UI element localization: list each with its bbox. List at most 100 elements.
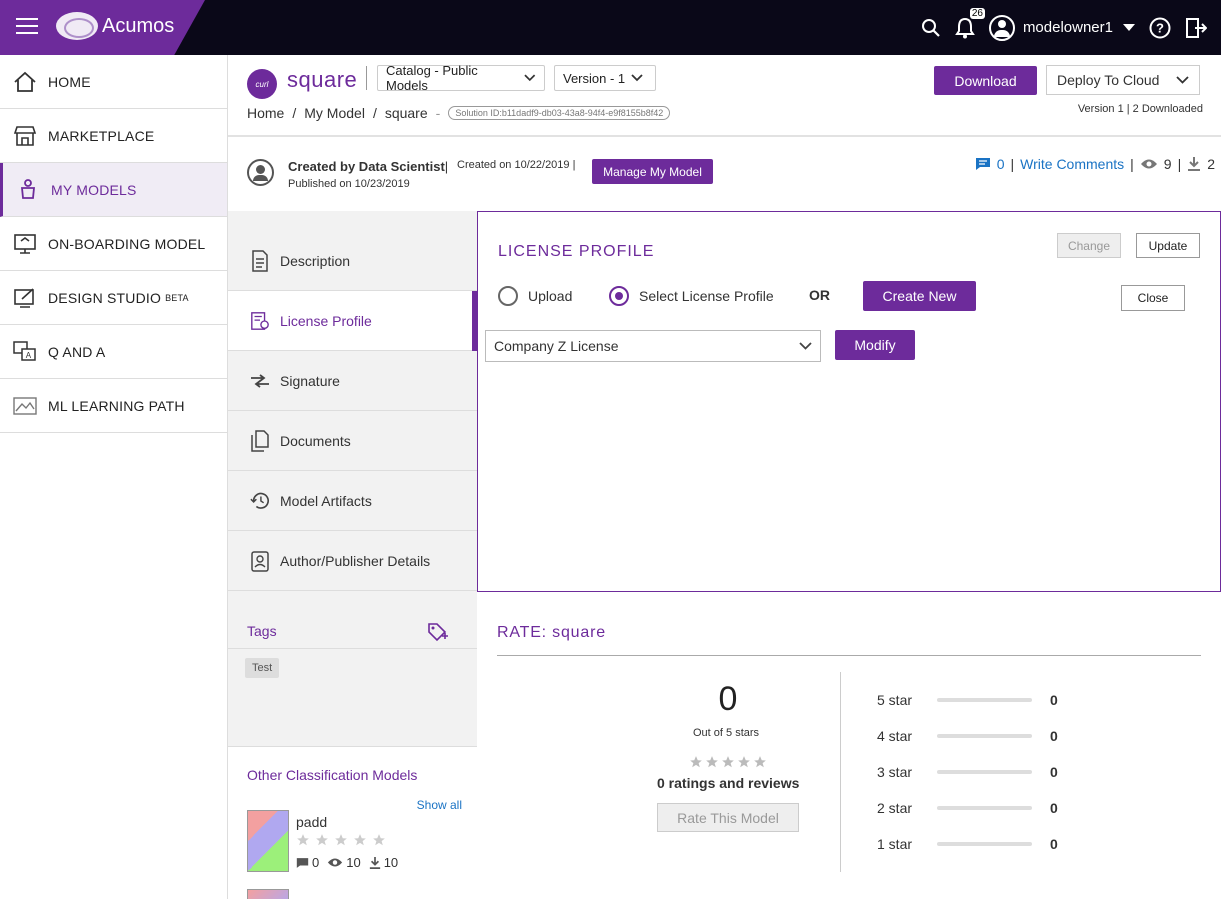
rating-row-count: 0 bbox=[1050, 836, 1058, 852]
version-dropdown[interactable]: Version - 1 bbox=[554, 65, 656, 91]
tab-model-artifacts[interactable]: Model Artifacts bbox=[228, 471, 477, 531]
top-bar: Acumos 26 modelowner1 ? bbox=[0, 0, 1221, 55]
model-header: curl square Catalog - Public Models Vers… bbox=[228, 55, 1221, 137]
sidebar-item-onboarding[interactable]: ON-BOARDING MODEL bbox=[0, 217, 227, 271]
tab-signature[interactable]: Signature bbox=[228, 351, 477, 411]
sidebar-item-home[interactable]: HOME bbox=[0, 55, 227, 109]
star-icon bbox=[754, 756, 766, 768]
tab-label: Model Artifacts bbox=[280, 492, 372, 509]
tags-header: Tags bbox=[228, 616, 477, 649]
license-profile-select[interactable]: Company Z License bbox=[485, 330, 821, 362]
close-button[interactable]: Close bbox=[1121, 285, 1185, 311]
notifications-bell-icon[interactable]: 26 bbox=[955, 7, 985, 39]
history-icon bbox=[250, 490, 270, 512]
other-model-stats: 0 10 10 bbox=[296, 855, 398, 870]
brand-logo[interactable]: Acumos bbox=[56, 12, 174, 40]
tab-label: Documents bbox=[280, 432, 351, 449]
views-eye-icon bbox=[328, 858, 343, 867]
tab-label: Signature bbox=[280, 372, 340, 389]
license-icon bbox=[250, 310, 270, 332]
rating-row-label: 3 star bbox=[877, 764, 913, 780]
tab-label: Author/Publisher Details bbox=[280, 552, 431, 569]
deploy-to-cloud-dropdown[interactable]: Deploy To Cloud bbox=[1046, 65, 1200, 95]
user-menu-caret-icon[interactable] bbox=[1123, 23, 1135, 32]
rating-row-2: 2 star 0 bbox=[877, 800, 1058, 816]
other-model-name[interactable]: padd bbox=[296, 814, 327, 830]
comment-icon bbox=[296, 857, 309, 868]
breadcrumb: Home / My Model / square - Solution ID:b… bbox=[247, 105, 671, 121]
version-download-meta: Version 1 | 2 Downloaded bbox=[1077, 103, 1203, 115]
rating-bar bbox=[937, 698, 1032, 702]
show-all-link[interactable]: Show all bbox=[417, 798, 462, 812]
rating-row-count: 0 bbox=[1050, 800, 1058, 816]
catalog-dropdown[interactable]: Catalog - Public Models bbox=[377, 63, 545, 93]
model-thumbnail[interactable] bbox=[247, 810, 289, 872]
upload-radio[interactable] bbox=[498, 286, 518, 306]
create-new-button[interactable]: Create New bbox=[863, 281, 976, 311]
select-license-profile-label: Select License Profile bbox=[639, 288, 774, 304]
learning-path-icon bbox=[12, 394, 38, 418]
sidebar-item-design-studio[interactable]: DESIGN STUDIO BETA bbox=[0, 271, 227, 325]
tab-description[interactable]: Description bbox=[228, 211, 477, 291]
change-button[interactable]: Change bbox=[1057, 233, 1121, 258]
rating-row-label: 1 star bbox=[877, 836, 913, 852]
other-model-rating bbox=[296, 833, 386, 847]
other-model-downloads: 10 bbox=[383, 855, 399, 870]
created-by: Created by Data Scientist| bbox=[288, 159, 449, 174]
license-select-value: Company Z License bbox=[494, 338, 619, 354]
onboarding-icon bbox=[12, 232, 38, 256]
username[interactable]: modelowner1 bbox=[1023, 19, 1113, 36]
average-stars bbox=[689, 755, 767, 769]
add-tag-icon[interactable] bbox=[427, 622, 449, 642]
update-button[interactable]: Update bbox=[1136, 233, 1200, 258]
select-license-profile-radio[interactable] bbox=[609, 286, 629, 306]
user-avatar-icon[interactable] bbox=[988, 14, 1015, 41]
out-of-label: Out of 5 stars bbox=[693, 727, 760, 739]
model-info-bar: Created by Data Scientist| Created on 10… bbox=[228, 138, 1221, 211]
tags-title: Tags bbox=[247, 623, 277, 639]
other-models-title: Other Classification Models bbox=[247, 767, 418, 783]
brain-logo-icon bbox=[56, 12, 98, 40]
sidebar-item-label: DESIGN STUDIO bbox=[48, 289, 162, 306]
help-icon[interactable]: ? bbox=[1149, 17, 1171, 39]
rating-row-count: 0 bbox=[1050, 728, 1058, 744]
breadcrumb-my-model[interactable]: My Model bbox=[304, 105, 365, 121]
modify-button[interactable]: Modify bbox=[835, 330, 915, 360]
rate-this-model-button[interactable]: Rate This Model bbox=[657, 803, 799, 832]
breadcrumb-home[interactable]: Home bbox=[247, 105, 284, 121]
comments-count[interactable]: 0 bbox=[997, 156, 1005, 172]
star-icon bbox=[706, 756, 718, 768]
sidebar-item-ml-learning-path[interactable]: ML LEARNING PATH bbox=[0, 379, 227, 433]
model-title: square bbox=[287, 67, 358, 92]
beta-badge: BETA bbox=[165, 292, 189, 303]
notification-count-badge: 26 bbox=[969, 7, 985, 19]
tab-license-profile[interactable]: License Profile bbox=[228, 291, 478, 351]
rating-row-count: 0 bbox=[1050, 764, 1058, 780]
breadcrumb-current: square bbox=[384, 105, 428, 121]
tab-documents[interactable]: Documents bbox=[228, 411, 477, 471]
sidebar-item-my-models[interactable]: MY MODELS bbox=[0, 163, 227, 217]
version-dropdown-value: Version - 1 bbox=[563, 70, 626, 86]
chevron-down-icon bbox=[524, 74, 536, 82]
store-icon bbox=[12, 124, 38, 148]
sidebar-item-qa[interactable]: A Q AND A bbox=[0, 325, 227, 379]
hamburger-menu-icon[interactable] bbox=[16, 18, 38, 38]
signature-icon bbox=[250, 370, 270, 392]
other-model-comments: 0 bbox=[312, 855, 320, 870]
write-comments-link[interactable]: Write Comments bbox=[1020, 156, 1124, 172]
search-icon[interactable] bbox=[921, 18, 941, 38]
model-thumbnail[interactable] bbox=[247, 889, 289, 899]
sidebar-item-marketplace[interactable]: MARKETPLACE bbox=[0, 109, 227, 163]
tag-chip[interactable]: Test bbox=[245, 658, 280, 678]
model-detail-tabs: Description License Profile Signature Do… bbox=[228, 211, 478, 899]
tab-author-publisher[interactable]: Author/Publisher Details bbox=[228, 531, 477, 591]
rating-bar bbox=[937, 770, 1032, 774]
manage-my-model-button[interactable]: Manage My Model bbox=[592, 159, 713, 184]
rating-row-label: 5 star bbox=[877, 692, 913, 708]
documents-icon bbox=[250, 429, 270, 452]
star-icon bbox=[722, 756, 734, 768]
star-icon bbox=[373, 834, 385, 846]
download-button[interactable]: Download bbox=[934, 66, 1037, 95]
creator-avatar-icon bbox=[247, 159, 274, 186]
logout-icon[interactable] bbox=[1185, 17, 1207, 39]
